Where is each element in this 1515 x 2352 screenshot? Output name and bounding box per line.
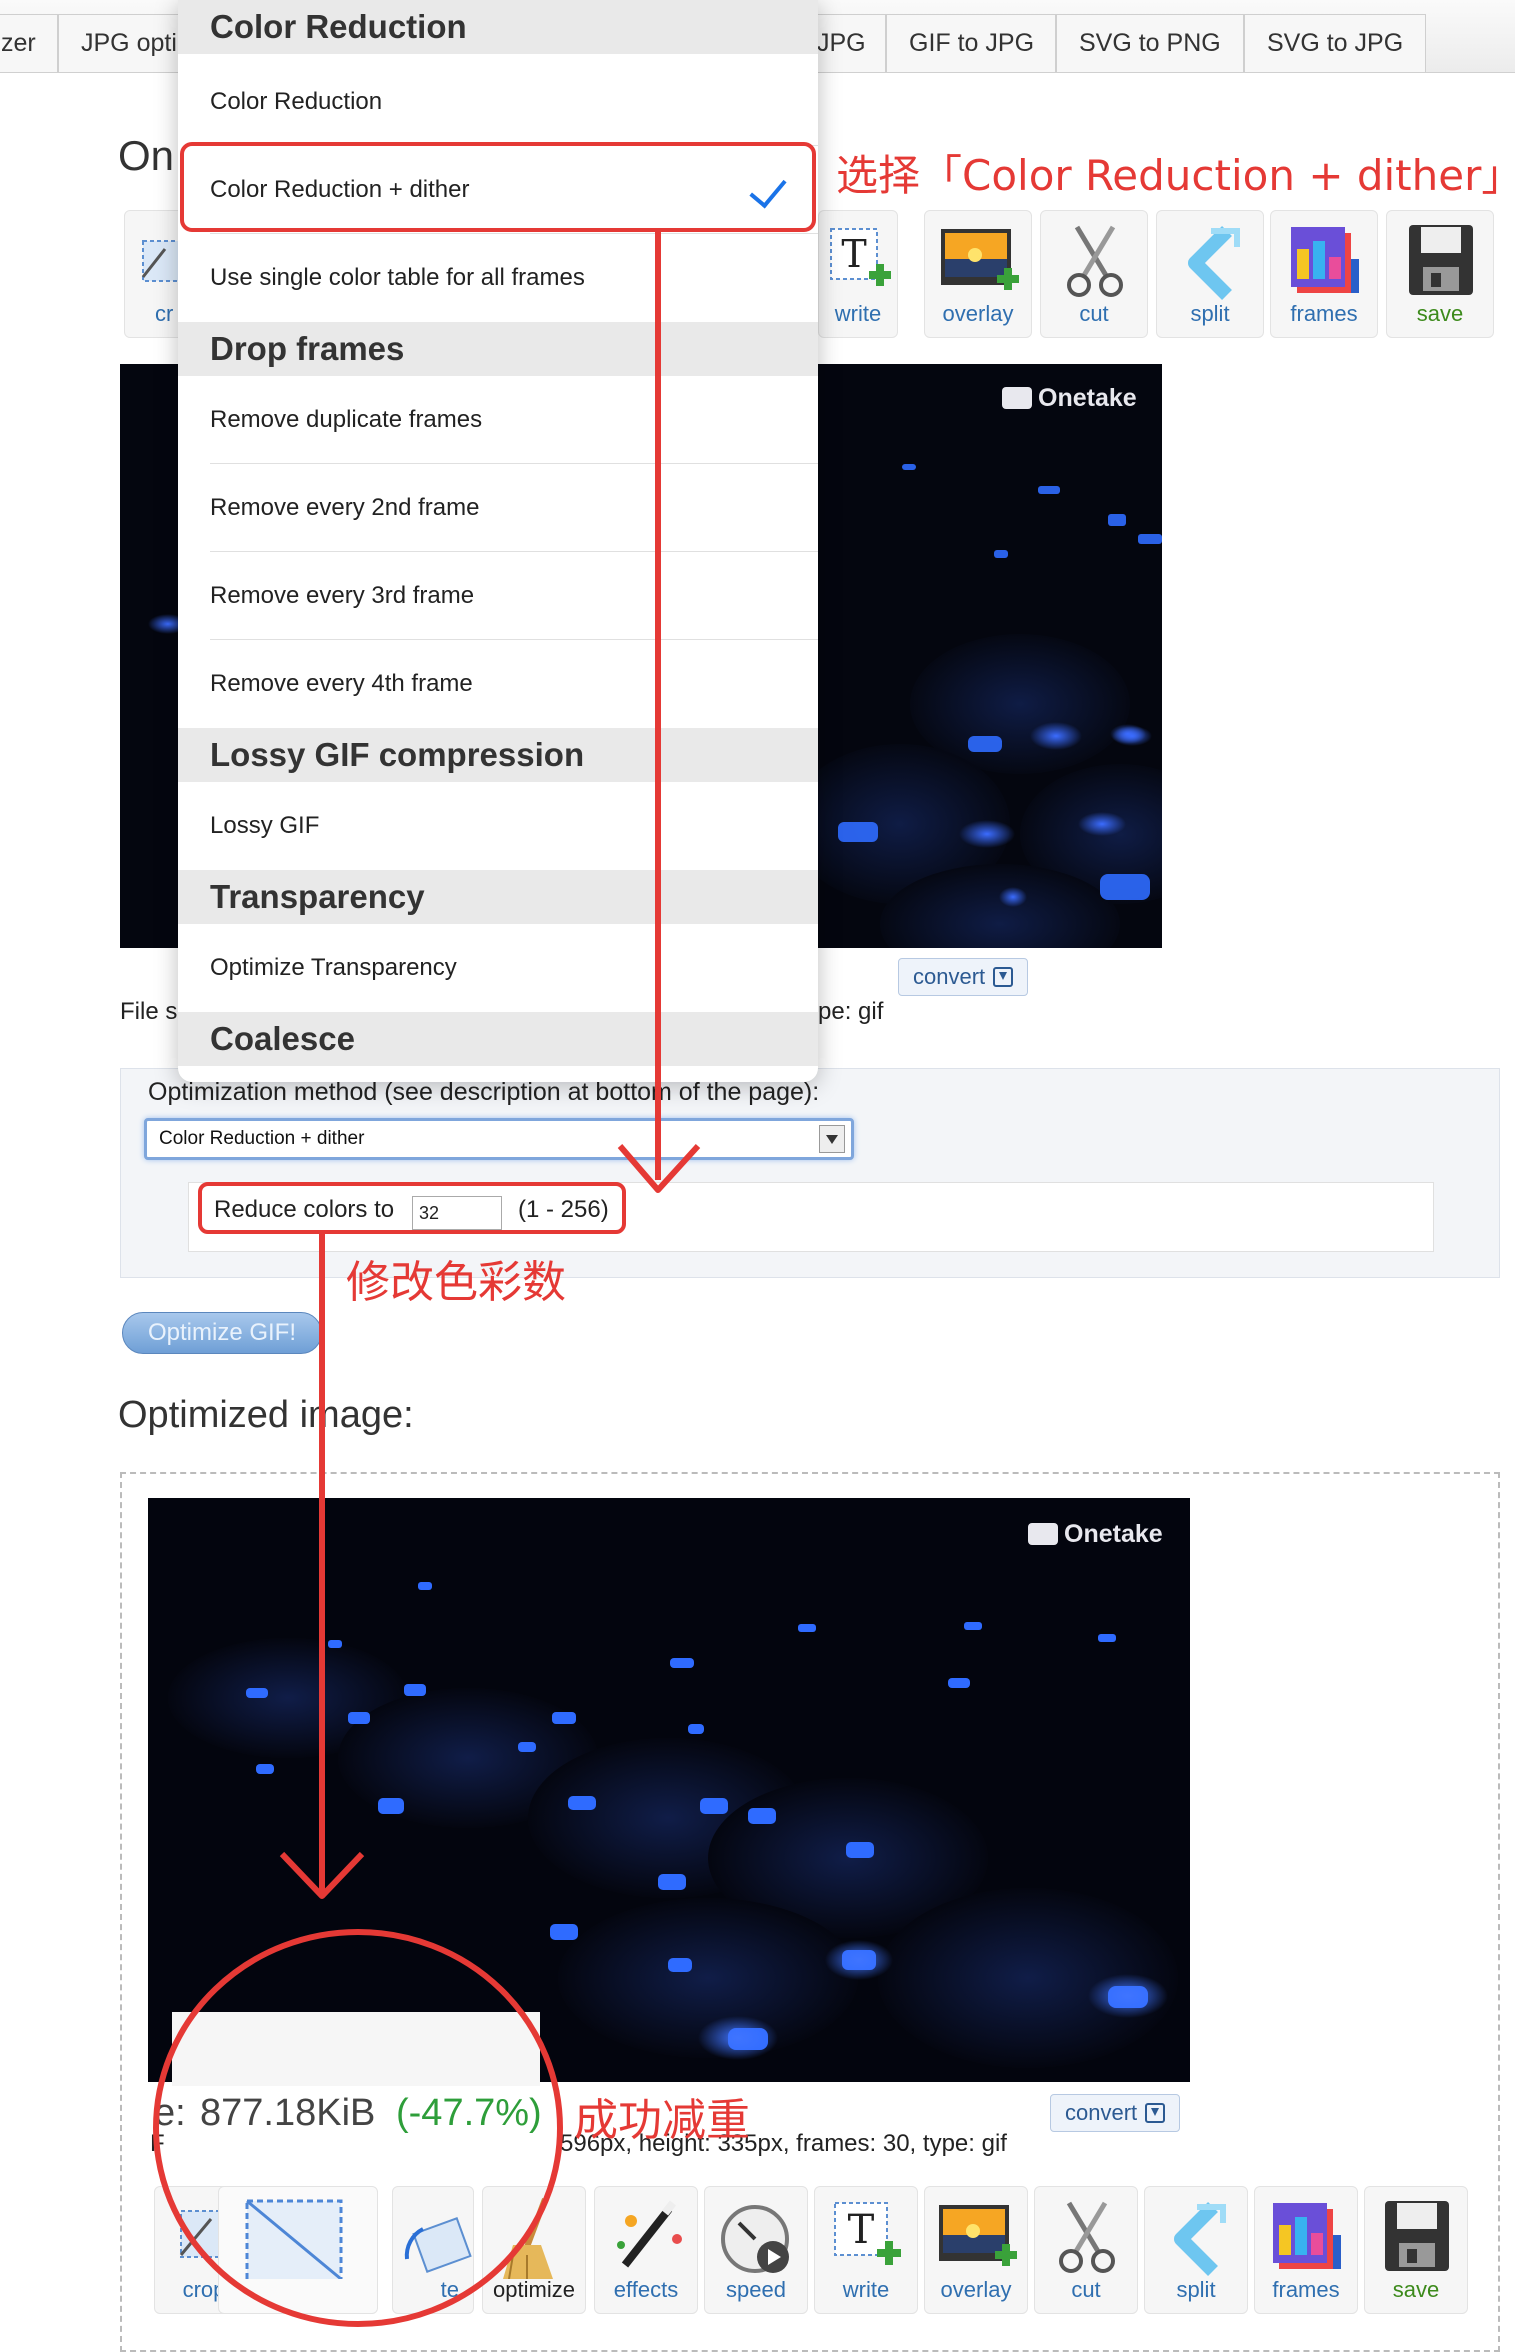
effects-icon [617, 2200, 682, 2268]
tool-frames-button[interactable]: frames [1270, 210, 1378, 338]
annotation-colors-note: 修改色彩数 [346, 1257, 566, 1308]
tool-rotate-button-bottom[interactable]: te [392, 2186, 474, 2314]
tool-optimize-button-bottom[interactable]: optimize [482, 2186, 586, 2314]
optimized-gif-image: Onetake [148, 1498, 1190, 2082]
group-color-reduction: Color Reduction [178, 0, 818, 54]
option-single-color-table[interactable]: Use single color table for all frames [178, 234, 818, 322]
annotation-highlight-dither [180, 142, 816, 232]
file-info-left: File s [120, 998, 178, 1025]
tool-speed-button-bottom[interactable]: speed [704, 2186, 808, 2314]
tool-effects-button-bottom[interactable]: effects [594, 2186, 698, 2314]
save-icon [1409, 225, 1473, 295]
nav-tab-svg-to-jpg[interactable]: SVG to JPG [1244, 14, 1426, 72]
optimized-image-heading: Optimized image: [118, 1394, 414, 1436]
option-lossy-gif[interactable]: Lossy GIF [178, 782, 818, 870]
frames-icon [1273, 2203, 1341, 2269]
result-percent: (-47.7%) [396, 2092, 542, 2134]
chevron-down-icon [819, 1125, 845, 1153]
option-remove-every-3rd[interactable]: Remove every 3rd frame [178, 552, 818, 640]
convert-button-result[interactable]: convert [1050, 2094, 1181, 2132]
write-icon: T [834, 2202, 901, 2265]
cut-icon [1067, 225, 1123, 297]
svg-text:T: T [841, 232, 866, 276]
tool-frames-button-bottom[interactable]: frames [1254, 2186, 1358, 2314]
group-lossy-compression: Lossy GIF compression [178, 728, 818, 782]
option-color-reduction[interactable]: Color Reduction [178, 58, 818, 146]
tool-overlay-button[interactable]: overlay [924, 210, 1032, 338]
svg-text:T: T [848, 2207, 875, 2253]
option-remove-every-4th[interactable]: Remove every 4th frame [178, 640, 818, 728]
optimize-icon [503, 2197, 553, 2279]
tool-cut-button-bottom[interactable]: cut [1034, 2186, 1138, 2314]
split-icon [1188, 226, 1240, 300]
download-icon [1145, 2103, 1166, 2123]
magnified-region [172, 2012, 540, 2086]
frames-icon [1291, 227, 1359, 293]
camera-icon [1028, 1523, 1058, 1545]
optimization-method-label: Optimization method (see description at … [148, 1078, 820, 1106]
overlay-icon [941, 229, 1019, 290]
tool-split-button[interactable]: split [1156, 210, 1264, 338]
keyboard-glow-marks [838, 464, 1162, 900]
nav-tab-svg-to-png[interactable]: SVG to PNG [1056, 14, 1244, 72]
tool-write-button-bottom[interactable]: T write [814, 2186, 918, 2314]
annotation-select-note: 选择「Color Reduction + dither」 [836, 151, 1515, 200]
group-transparency: Transparency [178, 870, 818, 924]
save-icon [1385, 2201, 1449, 2271]
cut-icon [1059, 2201, 1115, 2273]
keyboard-photo-optimized [148, 1498, 1190, 2082]
group-coalesce: Coalesce [178, 1012, 818, 1066]
split-icon [1174, 2202, 1226, 2276]
optimize-gif-button[interactable]: Optimize GIF! [122, 1312, 322, 1354]
download-icon [993, 967, 1014, 987]
tool-cut-button[interactable]: cut [1040, 210, 1148, 338]
speed-icon [721, 2205, 789, 2273]
option-remove-every-2nd[interactable]: Remove every 2nd frame [178, 464, 818, 552]
brand-watermark-optimized: Onetake [1028, 1520, 1163, 1549]
write-icon: T [830, 228, 891, 286]
result-size: 877.18KiB [200, 2092, 376, 2134]
tool-split-button-bottom[interactable]: split [1144, 2186, 1248, 2314]
nav-tab-jpg-optimizer[interactable]: JPG opti [58, 14, 188, 72]
result-info-left: F [150, 2130, 165, 2157]
nav-tab-gif-to-jpg[interactable]: GIF to JPG [886, 14, 1056, 72]
annotation-highlight-reduce-colors [198, 1182, 626, 1234]
rotate-icon [404, 2217, 472, 2273]
annotation-success-note: 成功减重 [574, 2095, 750, 2146]
option-remove-duplicate-frames[interactable]: Remove duplicate frames [178, 376, 818, 464]
tool-write-button[interactable]: T write [818, 210, 898, 338]
convert-button-top[interactable]: convert [898, 958, 1029, 996]
page-title: On [118, 132, 175, 179]
tool-save-button[interactable]: save [1386, 210, 1494, 338]
tool-resize-button-bottom[interactable] [218, 2186, 378, 2314]
tool-overlay-button-bottom[interactable]: overlay [924, 2186, 1028, 2314]
result-size-prefix: e: [154, 2092, 186, 2134]
group-drop-frames: Drop frames [178, 322, 818, 376]
nav-tab-optimizer[interactable]: zer [0, 14, 58, 72]
file-info-right: pe: gif [818, 998, 884, 1025]
overlay-icon [939, 2205, 1017, 2266]
tool-save-button-bottom[interactable]: save [1364, 2186, 1468, 2314]
resize-icon [245, 2199, 343, 2279]
optimization-method-select[interactable]: Color Reduction + dither [144, 1118, 854, 1160]
option-optimize-transparency[interactable]: Optimize Transparency [178, 924, 818, 1012]
